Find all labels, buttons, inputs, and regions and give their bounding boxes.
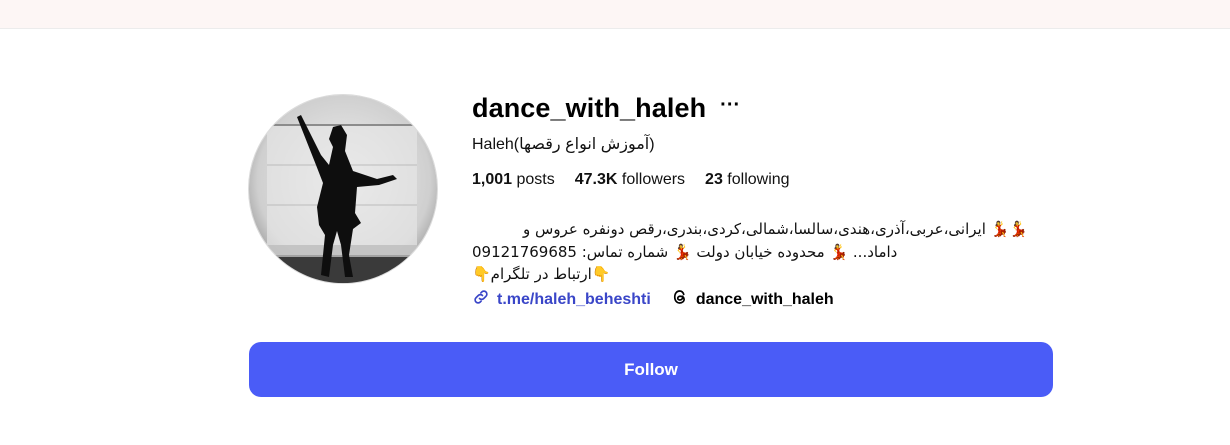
- following-count: 23: [705, 171, 723, 188]
- followers-stat[interactable]: 47.3K followers: [575, 171, 685, 189]
- threads-link[interactable]: dance_with_haleh: [671, 288, 834, 311]
- followers-count: 47.3K: [574, 171, 618, 188]
- threads-link-text: dance_with_haleh: [695, 290, 834, 308]
- username: dance_with_haleh: [472, 92, 707, 123]
- profile-avatar[interactable]: [248, 94, 438, 284]
- following-stat[interactable]: 23 following: [705, 171, 790, 189]
- posts-count: 1,001: [472, 171, 513, 188]
- bio-line-3: 👇ارتباط در تلگرام👇: [472, 265, 611, 283]
- website-link-text: t.me/haleh_beheshti: [497, 290, 651, 308]
- bio-line-2: داماد... 💃 محدوده خیابان دولت 💃 شماره تم…: [472, 242, 898, 261]
- top-bar: [0, 0, 1230, 29]
- followers-label: followers: [621, 171, 686, 188]
- username-row: dance_with_haleh ···: [472, 88, 740, 128]
- posts-stat[interactable]: 1,001 posts: [472, 171, 555, 189]
- full-name: Haleh(آموزش انواع رقصها): [472, 136, 655, 153]
- following-label: following: [727, 171, 790, 188]
- profile-stats: 1,001 posts 47.3K followers 23 following: [472, 171, 790, 189]
- link-icon: [472, 288, 490, 311]
- threads-icon: [671, 288, 689, 311]
- posts-label: posts: [516, 171, 555, 188]
- website-link[interactable]: t.me/haleh_beheshti: [472, 288, 651, 311]
- bio-line-1: 💃💃 ایرانی،عربی،آذری،هندی،سالسا،شمالی،کرد…: [523, 220, 1028, 238]
- profile-links: t.me/haleh_beheshti dance_with_haleh: [472, 288, 834, 311]
- bio: 💃💃 ایرانی،عربی،آذری،هندی،سالسا،شمالی،کرد…: [472, 218, 1028, 286]
- more-options-icon[interactable]: ···: [720, 94, 740, 123]
- follow-button[interactable]: Follow: [249, 342, 1053, 397]
